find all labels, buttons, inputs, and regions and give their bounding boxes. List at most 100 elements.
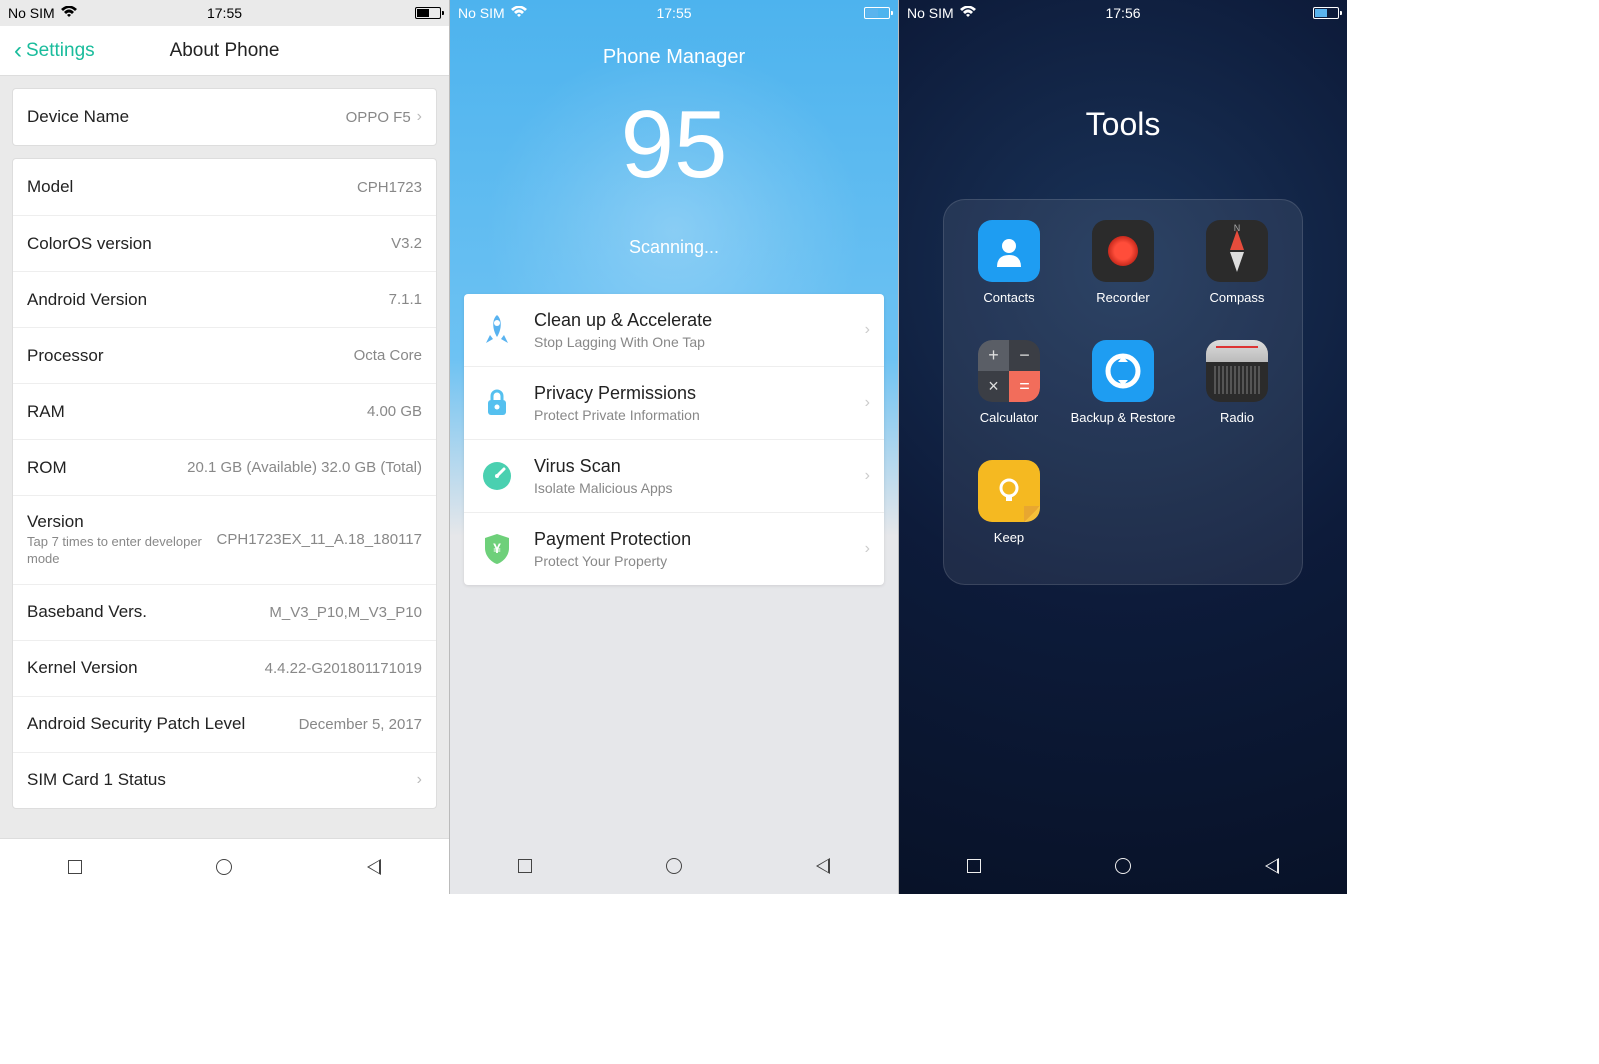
sim-status: No SIM: [8, 5, 55, 21]
about-row: ProcessorOcta Core: [13, 327, 436, 383]
action-title: Privacy Permissions: [534, 383, 865, 404]
recorder-icon: [1092, 220, 1154, 282]
shield-icon: ¥: [478, 530, 516, 568]
page-title: About Phone: [170, 40, 280, 62]
nav-header: ‹ Settings About Phone: [0, 26, 449, 76]
app-calculator[interactable]: +−×= Calculator: [952, 340, 1066, 440]
about-row[interactable]: SIM Card 1 Status ›: [13, 752, 436, 808]
backup-icon: [1092, 340, 1154, 402]
back-nav-button[interactable]: [365, 858, 383, 876]
chevron-right-icon: ›: [865, 467, 870, 485]
scan-status: Scanning...: [450, 237, 898, 258]
lock-icon: [478, 384, 516, 422]
tools-folder-screen: No SIM 17:56 Tools Contacts Recorder NComp…: [898, 0, 1347, 894]
back-icon[interactable]: ‹: [14, 37, 22, 65]
status-bar: No SIM 17:55: [0, 0, 449, 26]
battery-icon: [415, 7, 441, 19]
chevron-right-icon: ›: [865, 540, 870, 558]
gauge-icon: [478, 457, 516, 495]
chevron-right-icon: ›: [417, 108, 422, 126]
action-row[interactable]: Clean up & Accelerate Stop Lagging With O…: [464, 294, 884, 366]
home-button[interactable]: [665, 857, 683, 875]
app-recorder[interactable]: Recorder: [1066, 220, 1180, 320]
recent-apps-button[interactable]: [965, 857, 983, 875]
battery-icon: [864, 7, 890, 19]
rocket-icon: [478, 311, 516, 349]
android-nav-bar: [899, 838, 1347, 894]
row-label: Kernel Version: [27, 658, 138, 677]
about-row: ModelCPH1723: [13, 159, 436, 215]
about-row: Kernel Version4.4.22-G201801171019: [13, 640, 436, 696]
health-score: 95: [450, 97, 898, 193]
row-label: Baseband Vers.: [27, 602, 147, 621]
action-subtitle: Stop Lagging With One Tap: [534, 334, 865, 350]
device-name-row[interactable]: Device Name OPPO F5 ›: [13, 89, 436, 145]
action-row[interactable]: Virus Scan Isolate Malicious Apps›: [464, 439, 884, 512]
about-row: Version Tap 7 times to enter developer mo…: [13, 495, 436, 584]
app-keep[interactable]: Keep: [952, 460, 1066, 560]
app-label: Recorder: [1096, 290, 1149, 320]
row-value: 4.00 GB: [367, 403, 422, 420]
svg-text:¥: ¥: [493, 540, 501, 556]
row-label: Android Version: [27, 290, 147, 309]
keep-icon: [978, 460, 1040, 522]
clock: 17:55: [656, 5, 691, 21]
row-label: Model: [27, 177, 73, 196]
row-value: December 5, 2017: [299, 716, 422, 733]
about-row: Baseband Vers.M_V3_P10,M_V3_P10: [13, 584, 436, 640]
chevron-right-icon: ›: [417, 771, 422, 789]
sim-status: No SIM: [458, 5, 505, 21]
calculator-icon: +−×=: [978, 340, 1040, 402]
folder-title: Tools: [899, 106, 1347, 143]
phone-manager-screen: No SIM 17:55 Phone Manager 95 Scanning..…: [449, 0, 898, 894]
battery-icon: [1313, 7, 1339, 19]
row-value: V3.2: [391, 235, 422, 252]
app-label: Calculator: [980, 410, 1039, 440]
contacts-icon: [978, 220, 1040, 282]
sim-status: No SIM: [907, 5, 954, 21]
device-name-card: Device Name OPPO F5 ›: [12, 88, 437, 146]
status-bar: No SIM 17:56: [899, 0, 1347, 26]
row-value: CPH1723EX_11_A.18_180117: [217, 531, 422, 548]
app-label: Radio: [1220, 410, 1254, 440]
action-subtitle: Protect Private Information: [534, 407, 865, 423]
wifi-icon: [511, 5, 527, 21]
status-bar: No SIM 17:55: [450, 0, 898, 26]
action-title: Virus Scan: [534, 456, 865, 477]
row-value: 7.1.1: [389, 291, 422, 308]
action-subtitle: Isolate Malicious Apps: [534, 480, 865, 496]
row-sublabel: Tap 7 times to enter developer mode: [27, 534, 217, 568]
recent-apps-button[interactable]: [516, 857, 534, 875]
home-button[interactable]: [215, 858, 233, 876]
back-nav-button[interactable]: [814, 857, 832, 875]
folder-panel: Contacts Recorder NCompass +−×= Calculator Ba…: [943, 199, 1303, 585]
chevron-right-icon: ›: [865, 321, 870, 339]
row-value: 20.1 GB (Available) 32.0 GB (Total): [187, 459, 422, 476]
about-row: Android Security Patch Level December 5, …: [13, 696, 436, 752]
app-radio[interactable]: Radio: [1180, 340, 1294, 440]
action-row[interactable]: Privacy Permissions Protect Private Infor…: [464, 366, 884, 439]
row-label: SIM Card 1 Status: [27, 770, 166, 789]
back-button[interactable]: Settings: [26, 40, 95, 62]
row-label: Device Name: [27, 107, 129, 127]
action-title: Clean up & Accelerate: [534, 310, 865, 331]
row-label: Android Security Patch Level: [27, 714, 245, 733]
page-title: Phone Manager: [450, 26, 898, 89]
android-nav-bar: [450, 838, 898, 894]
app-compass[interactable]: NCompass: [1180, 220, 1294, 320]
about-row: Android Version 7.1.1: [13, 271, 436, 327]
back-nav-button[interactable]: [1263, 857, 1281, 875]
wifi-icon: [960, 5, 976, 21]
home-button[interactable]: [1114, 857, 1132, 875]
app-contacts[interactable]: Contacts: [952, 220, 1066, 320]
android-nav-bar: [0, 838, 449, 894]
radio-icon: [1206, 340, 1268, 402]
row-label: Version: [27, 512, 84, 531]
app-backup[interactable]: Backup & Restore: [1066, 340, 1180, 440]
recent-apps-button[interactable]: [66, 858, 84, 876]
app-label: Backup & Restore: [1071, 410, 1176, 440]
action-subtitle: Protect Your Property: [534, 553, 865, 569]
row-label: RAM: [27, 402, 65, 421]
about-phone-screen: No SIM 17:55 ‹ Settings About Phone Devi…: [0, 0, 449, 894]
action-row[interactable]: ¥Payment ProtectionProtect Your Property…: [464, 512, 884, 585]
